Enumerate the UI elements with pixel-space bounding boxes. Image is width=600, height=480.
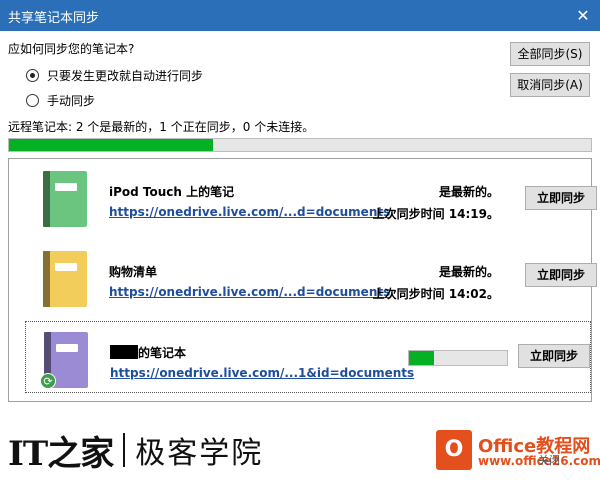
brand-text: 极客学院 [135, 436, 264, 471]
option-manual-sync-label: 手动同步 [47, 93, 96, 108]
radio-auto-sync[interactable] [26, 68, 39, 82]
notebook-icon [43, 251, 87, 307]
sync-now-button[interactable]: 立即同步 [525, 186, 597, 210]
list-item-notebook-shopping: 购物清单 https://onedrive.live.com/...d=docu… [9, 241, 597, 313]
window-title: 共享笔记本同步 [8, 11, 100, 26]
close-button-label[interactable]: 关闭 [538, 452, 560, 468]
notebook-last-sync: 上次同步时间 14:19。 [372, 207, 499, 221]
notebook-status: 是最新的。 [438, 265, 499, 279]
option-manual-sync[interactable]: 手动同步 [26, 91, 95, 109]
overall-sync-progress [8, 138, 592, 152]
it-logo: IT之家 [8, 433, 114, 474]
option-auto-sync-label: 只要发生更改就自动进行同步 [47, 68, 204, 83]
title-bar: 共享笔记本同步 ✕ [0, 0, 600, 31]
office-logo-icon: O [436, 430, 472, 470]
remote-notebook-summary: 远程笔记本: 2 个是最新的，1 个正在同步，0 个未连接。 [8, 120, 315, 134]
notebook-last-sync: 上次同步时间 14:02。 [372, 287, 499, 301]
notebook-link[interactable]: https://onedrive.live.com/...d=documents [109, 205, 390, 219]
notebook-name: 的笔记本 [110, 344, 186, 361]
redacted-name [110, 345, 138, 359]
list-item-notebook-ipod: iPod Touch 上的笔记 https://onedrive.live.co… [9, 161, 597, 233]
notebook-sync-progress-fill [409, 351, 434, 365]
sync-now-button[interactable]: 立即同步 [518, 344, 590, 368]
sync-all-button[interactable]: 全部同步(S) [510, 42, 590, 66]
footer-watermark: IT之家 极客学院 [8, 430, 264, 474]
notebook-name: 购物清单 [109, 265, 158, 279]
option-auto-sync[interactable]: 只要发生更改就自动进行同步 [26, 66, 203, 84]
radio-manual-sync[interactable] [26, 93, 39, 107]
notebook-list: iPod Touch 上的笔记 https://onedrive.live.co… [8, 158, 597, 402]
footer-divider [123, 433, 126, 467]
overall-sync-progress-fill [9, 139, 213, 151]
notebook-link[interactable]: https://onedrive.live.com/...1&id=docume… [110, 366, 414, 380]
notebook-icon [43, 171, 87, 227]
notebook-name-suffix: 的笔记本 [138, 346, 187, 360]
close-icon[interactable]: ✕ [566, 0, 600, 31]
sync-question: 应如何同步您的笔记本? [8, 42, 135, 56]
notebook-status: 是最新的。 [438, 185, 499, 199]
sync-now-button[interactable]: 立即同步 [525, 263, 597, 287]
list-item-notebook-personal: ⟳ 的笔记本 https://onedrive.live.com/...1&id… [25, 321, 591, 393]
cancel-sync-button[interactable]: 取消同步(A) [510, 73, 590, 97]
notebook-link[interactable]: https://onedrive.live.com/...d=documents [109, 285, 390, 299]
notebook-sync-progress [408, 350, 508, 366]
notebook-name: iPod Touch 上的笔记 [109, 185, 235, 199]
sync-icon: ⟳ [40, 373, 56, 389]
